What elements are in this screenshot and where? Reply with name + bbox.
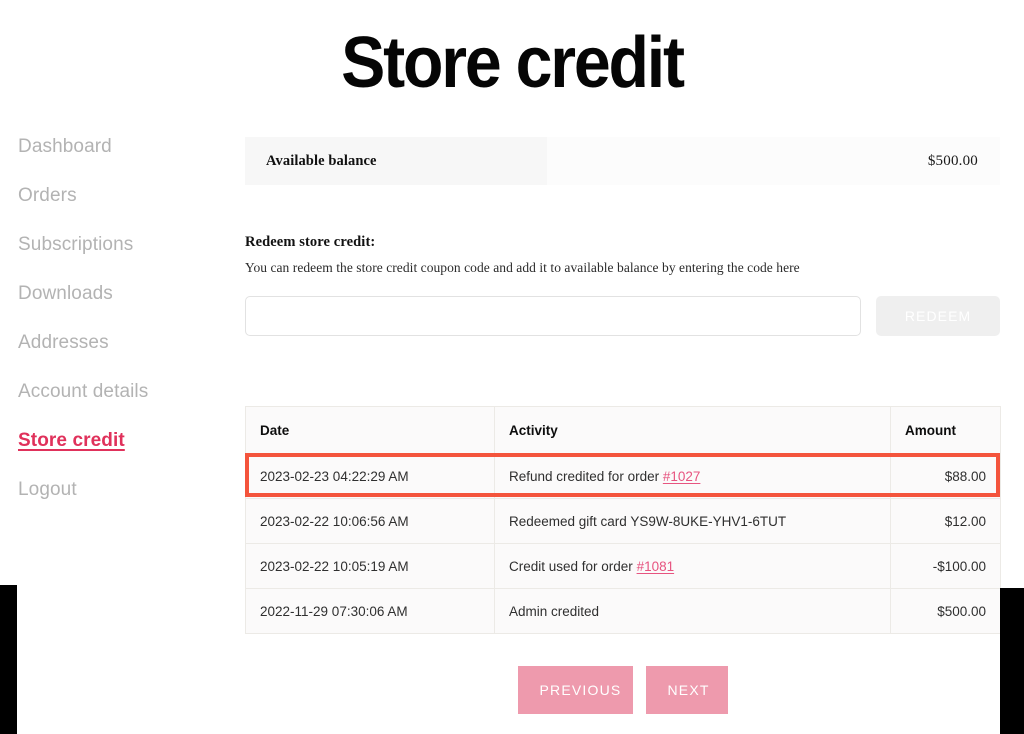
left-edge-bar [0,585,17,734]
redeem-description: You can redeem the store credit coupon c… [245,260,800,275]
sidebar-item-downloads[interactable]: Downloads [18,283,228,305]
page-title: Store credit [341,23,685,104]
activity-text: Refund credited for order [509,468,663,484]
cell-amount: $88.00 [890,453,1001,499]
cell-amount: $500.00 [890,588,1001,634]
store-credit-history-table: Date Activity Amount 2023-02-23 04:22:29… [245,406,1001,634]
available-balance-value-cell: $500.00 [547,137,1000,185]
sidebar-item-addresses[interactable]: Addresses [18,332,228,354]
column-header-amount: Amount [890,406,1001,454]
available-balance-value: $500.00 [927,152,978,169]
sidebar-item-account-details[interactable]: Account details [18,381,228,403]
column-header-activity: Activity [494,406,891,454]
pagination-controls: PREVIOUS NEXT [245,666,1000,714]
table-header: Date Activity Amount [245,406,1001,454]
sidebar-item-store-credit[interactable]: Store credit [18,430,228,452]
table-body: 2023-02-23 04:22:29 AM Refund credited fo… [245,453,1001,634]
table-row: 2023-02-22 10:06:56 AM Redeemed gift card… [245,498,1001,544]
coupon-code-input[interactable] [245,296,862,336]
account-sidebar: Dashboard Orders Subscriptions Downloads Add… [18,136,228,528]
available-balance-row: Available balance $500.00 [245,137,1000,185]
table-row: 2022-11-29 07:30:06 AM Admin credited $500… [245,588,1001,634]
table-row: 2023-02-22 10:05:19 AM Credit used for or… [245,543,1001,589]
order-link[interactable]: #1081 [637,559,675,574]
redeem-store-credit-section: Redeem store credit: You can redeem the … [245,234,1000,336]
cell-date: 2023-02-22 10:05:19 AM [245,543,495,589]
available-balance-label: Available balance [266,152,377,169]
right-edge-bar [1000,588,1024,734]
activity-text: Redeemed gift card YS9W-8UKE-YHV1-6TUT [509,513,787,529]
cell-activity: Refund credited for order #1027 [494,453,891,499]
cell-date: 2023-02-22 10:06:56 AM [245,498,495,544]
column-header-date: Date [245,406,495,454]
sidebar-item-subscriptions[interactable]: Subscriptions [18,234,228,256]
redeem-button[interactable]: REDEEM [876,296,1000,336]
table-header-row: Date Activity Amount [245,406,1001,454]
cell-activity: Credit used for order #1081 [494,543,891,589]
activity-text: Credit used for order [509,558,637,574]
next-page-button[interactable]: NEXT [645,666,728,714]
sidebar-item-dashboard[interactable]: Dashboard [18,136,228,158]
cell-amount: -$100.00 [890,543,1001,589]
cell-date: 2023-02-23 04:22:29 AM [245,453,495,499]
available-balance-label-cell: Available balance [245,137,547,185]
order-link[interactable]: #1027 [663,469,701,484]
redeem-form: REDEEM [245,296,1000,336]
cell-activity: Admin credited [494,588,891,634]
table-row: 2023-02-23 04:22:29 AM Refund credited fo… [245,453,1001,499]
activity-text: Admin credited [509,603,600,619]
redeem-heading: Redeem store credit: [245,234,376,250]
cell-amount: $12.00 [890,498,1001,544]
sidebar-item-orders[interactable]: Orders [18,185,228,207]
cell-date: 2022-11-29 07:30:06 AM [245,588,495,634]
previous-page-button[interactable]: PREVIOUS [517,666,633,714]
sidebar-item-logout[interactable]: Logout [18,479,228,501]
cell-activity: Redeemed gift card YS9W-8UKE-YHV1-6TUT [494,498,891,544]
